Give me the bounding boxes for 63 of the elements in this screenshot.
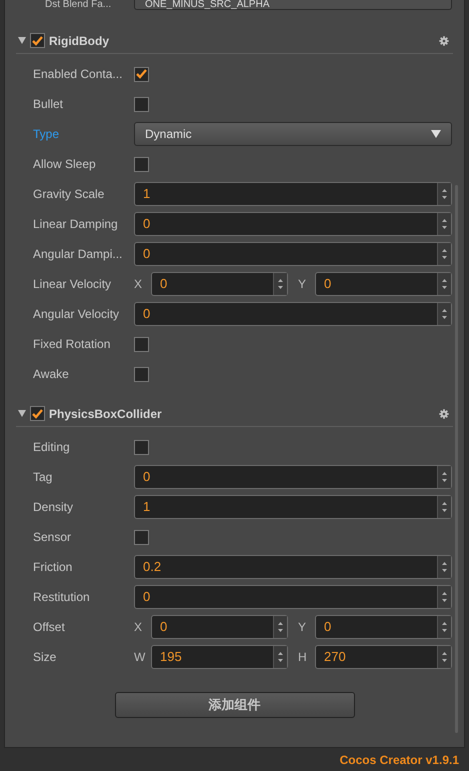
number-field[interactable]: 0 [315, 615, 452, 639]
number-field[interactable]: 195 [151, 645, 288, 669]
checkbox[interactable] [134, 530, 149, 544]
number-field[interactable]: 0 [134, 212, 452, 236]
version-label: Cocos Creator v1.9.1 [340, 752, 459, 768]
settings-icon[interactable] [439, 408, 449, 418]
add-component-button[interactable]: 添加组件 [114, 692, 354, 718]
property-label: Gravity Scale [33, 186, 106, 203]
checkbox[interactable] [134, 156, 149, 172]
type-dropdown[interactable]: Dynamic [134, 122, 452, 146]
checkbox[interactable] [134, 66, 149, 82]
property-label: Tag [33, 469, 54, 486]
axis-label: X [134, 276, 144, 293]
property-label: Angular Dampi... [33, 246, 124, 263]
property-label: Linear Damping [33, 216, 119, 233]
checkmark-icon [136, 69, 147, 79]
number-field[interactable]: 0.2 [134, 555, 452, 579]
property-label: Editing [33, 439, 71, 456]
property-label: Density [33, 499, 74, 516]
number-field[interactable]: 0 [134, 242, 452, 266]
number-field[interactable]: 1 [134, 495, 452, 519]
component-title: RigidBody [49, 32, 110, 50]
property-label: Friction [33, 559, 74, 576]
property-label: Sensor [33, 529, 72, 546]
blend-dropdown[interactable]: ONE_MINUS_SRC_ALPHA [134, 0, 452, 10]
property-label: Offset [33, 619, 66, 636]
property-label: Awake [33, 366, 70, 383]
collapse-toggle[interactable] [16, 37, 28, 44]
property-label: Dst Blend Fa... [45, 0, 112, 10]
checkbox[interactable] [134, 336, 149, 352]
property-label: Allow Sleep [33, 156, 97, 173]
number-field[interactable]: 0 [134, 585, 452, 609]
property-label: Enabled Conta... [33, 66, 124, 83]
property-label: Bullet [33, 96, 64, 113]
component-title: PhysicsBoxCollider [49, 406, 163, 422]
axis-label: Y [297, 619, 308, 636]
checkbox[interactable] [30, 33, 45, 48]
checkbox[interactable] [134, 440, 149, 454]
number-field[interactable]: 0 [134, 465, 452, 489]
number-field[interactable]: 0 [134, 302, 452, 326]
checkmark-icon [32, 36, 43, 46]
number-field[interactable]: 270 [315, 645, 452, 669]
property-label: Restitution [33, 589, 91, 606]
axis-label: H [297, 649, 308, 666]
axis-label: W [134, 649, 146, 666]
property-label: Type [33, 126, 60, 143]
settings-icon[interactable] [439, 36, 449, 46]
number-field[interactable]: 0 [151, 272, 288, 296]
property-label: Fixed Rotation [33, 336, 112, 353]
dropdown-arrow-icon [431, 130, 441, 138]
number-field[interactable]: 0 [151, 615, 288, 639]
checkbox[interactable] [134, 96, 149, 112]
axis-label: X [134, 619, 144, 636]
collapse-toggle[interactable] [16, 410, 28, 417]
axis-label: Y [297, 276, 308, 293]
number-field[interactable]: 1 [134, 182, 452, 206]
checkmark-icon [32, 408, 43, 418]
property-label: Angular Velocity [33, 306, 120, 323]
property-label: Linear Velocity [33, 276, 112, 293]
property-label: Size [33, 649, 58, 666]
checkbox[interactable] [30, 406, 45, 421]
number-field[interactable]: 0 [315, 272, 452, 296]
checkbox[interactable] [134, 366, 149, 382]
